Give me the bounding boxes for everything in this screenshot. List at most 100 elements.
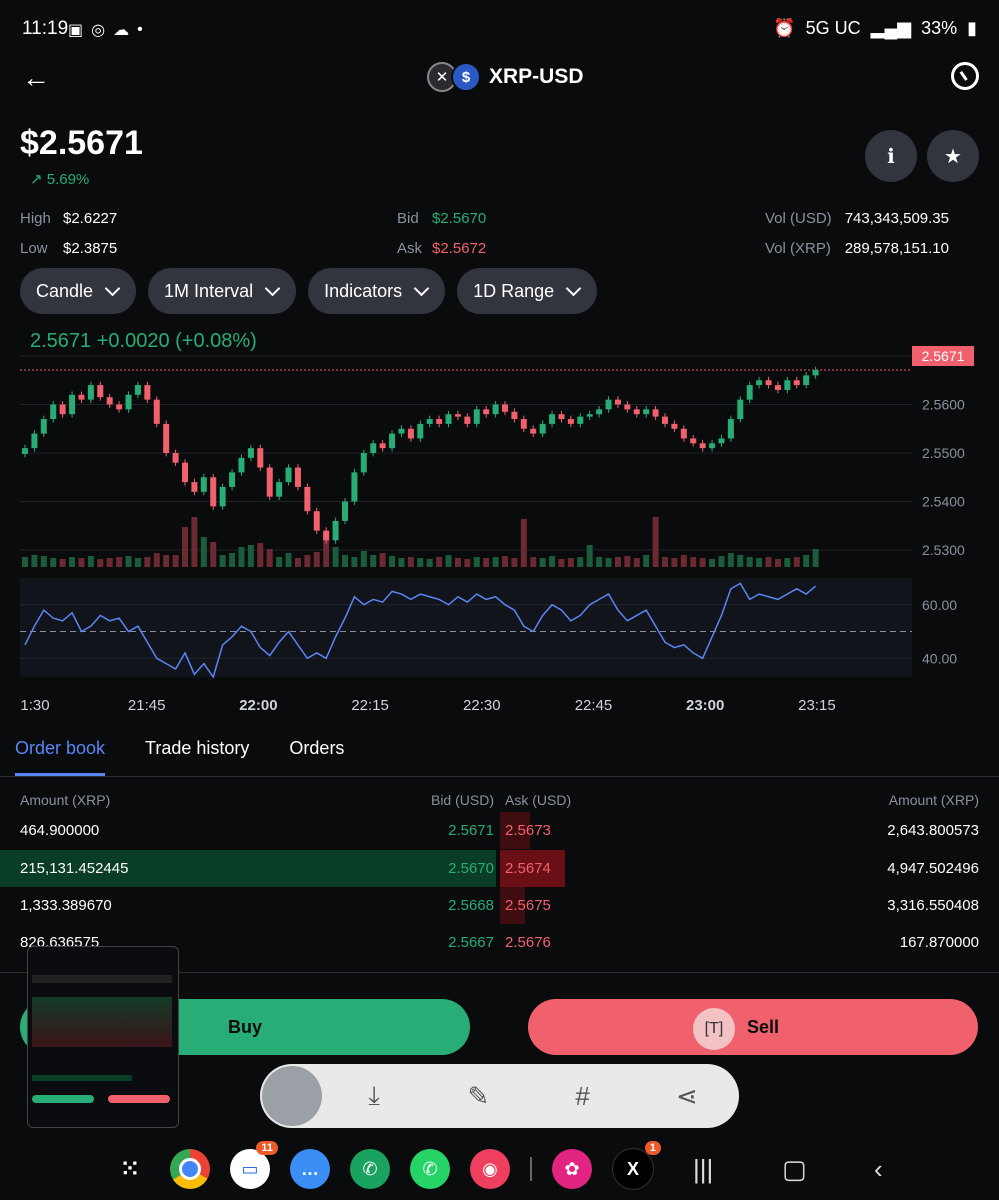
y-tick-label: 2.5300 [922, 542, 965, 558]
candle-body [464, 416, 471, 424]
camera-icon[interactable]: ◉ [470, 1149, 510, 1189]
candle-body [351, 472, 358, 502]
candle-body [699, 443, 706, 449]
x-app-icon[interactable]: X1 [612, 1141, 661, 1190]
ask-price: 2.5675 [505, 897, 551, 914]
volume-bar [473, 557, 480, 567]
candle-body [22, 448, 28, 454]
volume-bar [530, 557, 537, 567]
candle-body [690, 438, 697, 444]
volume-bar [436, 557, 443, 567]
messages-badge: 11 [256, 1141, 278, 1155]
battery-label: 33% [921, 18, 958, 38]
recents-icon[interactable]: ||| [693, 1154, 713, 1185]
interval-dropdown[interactable]: 1M Interval [148, 268, 297, 314]
candle-body [680, 428, 687, 439]
volume-bar [596, 557, 603, 567]
volume-bar [586, 545, 593, 567]
candle-body [332, 520, 339, 541]
x-tick-label: 22:00 [239, 697, 277, 714]
chat-icon[interactable]: … [290, 1149, 330, 1189]
sell-button[interactable]: Sell [528, 999, 978, 1055]
x-tick-label: 23:00 [686, 697, 724, 714]
back-arrow-icon[interactable]: ← [22, 62, 50, 94]
tab-order-book[interactable]: Order book [15, 738, 106, 776]
volume-bar [351, 557, 358, 567]
chart-type-dropdown[interactable]: Candle [20, 268, 137, 314]
screenshot-thumbnail[interactable] [27, 946, 179, 1128]
price-chart[interactable]: 2.57002.56002.55002.54002.530060.0040.00… [0, 325, 999, 725]
order-book-row[interactable]: 1,333.389670 2.5668 2.5675 3,316.550408 [0, 887, 999, 924]
toolbar-preview[interactable] [262, 1066, 322, 1126]
candle-body [342, 501, 348, 521]
phone-icon[interactable]: ✆ [350, 1149, 390, 1189]
indicators-dropdown[interactable]: Indicators [308, 268, 446, 314]
thumb-buy [32, 1095, 94, 1103]
rsi-tick-label: 60.00 [922, 597, 957, 613]
messages-icon[interactable]: ▭ 11 [230, 1141, 278, 1189]
share-icon[interactable]: ⋖ [635, 1081, 739, 1112]
tab-trade-history[interactable]: Trade history [145, 738, 249, 776]
volume-bar [699, 558, 706, 567]
ask-amount: 3,316.550408 [887, 897, 979, 914]
bid-price: 2.5671 [448, 822, 494, 839]
whatsapp-icon[interactable]: ✆ [410, 1149, 450, 1189]
volume-bar [106, 558, 113, 567]
tab-orders[interactable]: Orders [289, 738, 344, 776]
candle-body [78, 394, 85, 400]
volume-bar [219, 555, 226, 567]
flower-app-icon[interactable]: ✿ [552, 1149, 592, 1189]
volume-bar [313, 552, 320, 567]
candle-body [558, 414, 565, 420]
text-extract-icon[interactable]: [T] [693, 1008, 735, 1050]
range-dropdown[interactable]: 1D Range [457, 268, 598, 314]
volume-bar [125, 556, 132, 567]
candle-body [266, 467, 273, 497]
volume-bar [812, 549, 819, 567]
volume-bar [407, 557, 414, 567]
volume-bar [492, 557, 499, 567]
candle-body [614, 399, 621, 405]
chrome-icon[interactable] [170, 1149, 210, 1189]
ob-header-ask: Ask (USD) [505, 792, 572, 808]
chevron-down-icon [264, 280, 281, 297]
back-nav-icon[interactable]: ‹ [874, 1154, 883, 1185]
volume-bar [746, 557, 753, 567]
crop-edit-icon[interactable]: ✎ [426, 1081, 530, 1112]
volume-bar [182, 527, 188, 567]
home-icon[interactable]: ▢ [782, 1154, 807, 1185]
vol-xrp-label: Vol (XRP) [765, 240, 831, 257]
order-book-row[interactable]: 464.900000 2.5671 2.5673 2,643.800573 [0, 812, 999, 849]
candle-body [276, 482, 283, 497]
candle-body [812, 370, 819, 376]
bid-price: 2.5667 [448, 934, 494, 951]
network-label: 5G UC [805, 18, 861, 38]
chevron-down-icon [104, 280, 121, 297]
volume-bar [662, 557, 668, 567]
candle-body [454, 414, 461, 417]
volume-bar [116, 557, 123, 567]
app-drawer-icon[interactable]: ⁙ [110, 1149, 150, 1189]
volume-bar [153, 553, 160, 567]
volume-bar [605, 558, 612, 567]
info-icon: ℹ [887, 145, 895, 168]
ask-amount: 4,947.502496 [887, 860, 979, 877]
speed-gauge-icon[interactable] [951, 62, 979, 90]
scroll-capture-icon[interactable]: ⤓ [322, 1080, 426, 1112]
volume-bar [238, 547, 245, 567]
volume-bar [360, 551, 367, 567]
volume-bar [567, 558, 574, 567]
order-book-row[interactable]: 215,131.452445 2.5670 2.5674 4,947.50249… [0, 850, 999, 887]
hashtag-icon[interactable]: # [531, 1081, 635, 1112]
volume-bar [172, 555, 179, 567]
volume-bar [247, 545, 254, 567]
favorite-button[interactable]: ★ [927, 130, 979, 182]
candle-body [191, 482, 198, 492]
chart-summary: 2.5671 +0.0020 (+0.08%) [30, 330, 257, 352]
candle-body [294, 467, 301, 487]
volume-bar [680, 555, 687, 567]
info-button[interactable]: ℹ [865, 130, 917, 182]
cloud-icon: ☁ [113, 22, 130, 39]
app-dock: ⁙ ▭ 11 … ✆ ✆ ◉ ✿ X1 [110, 1141, 661, 1190]
candle-body [106, 397, 113, 405]
